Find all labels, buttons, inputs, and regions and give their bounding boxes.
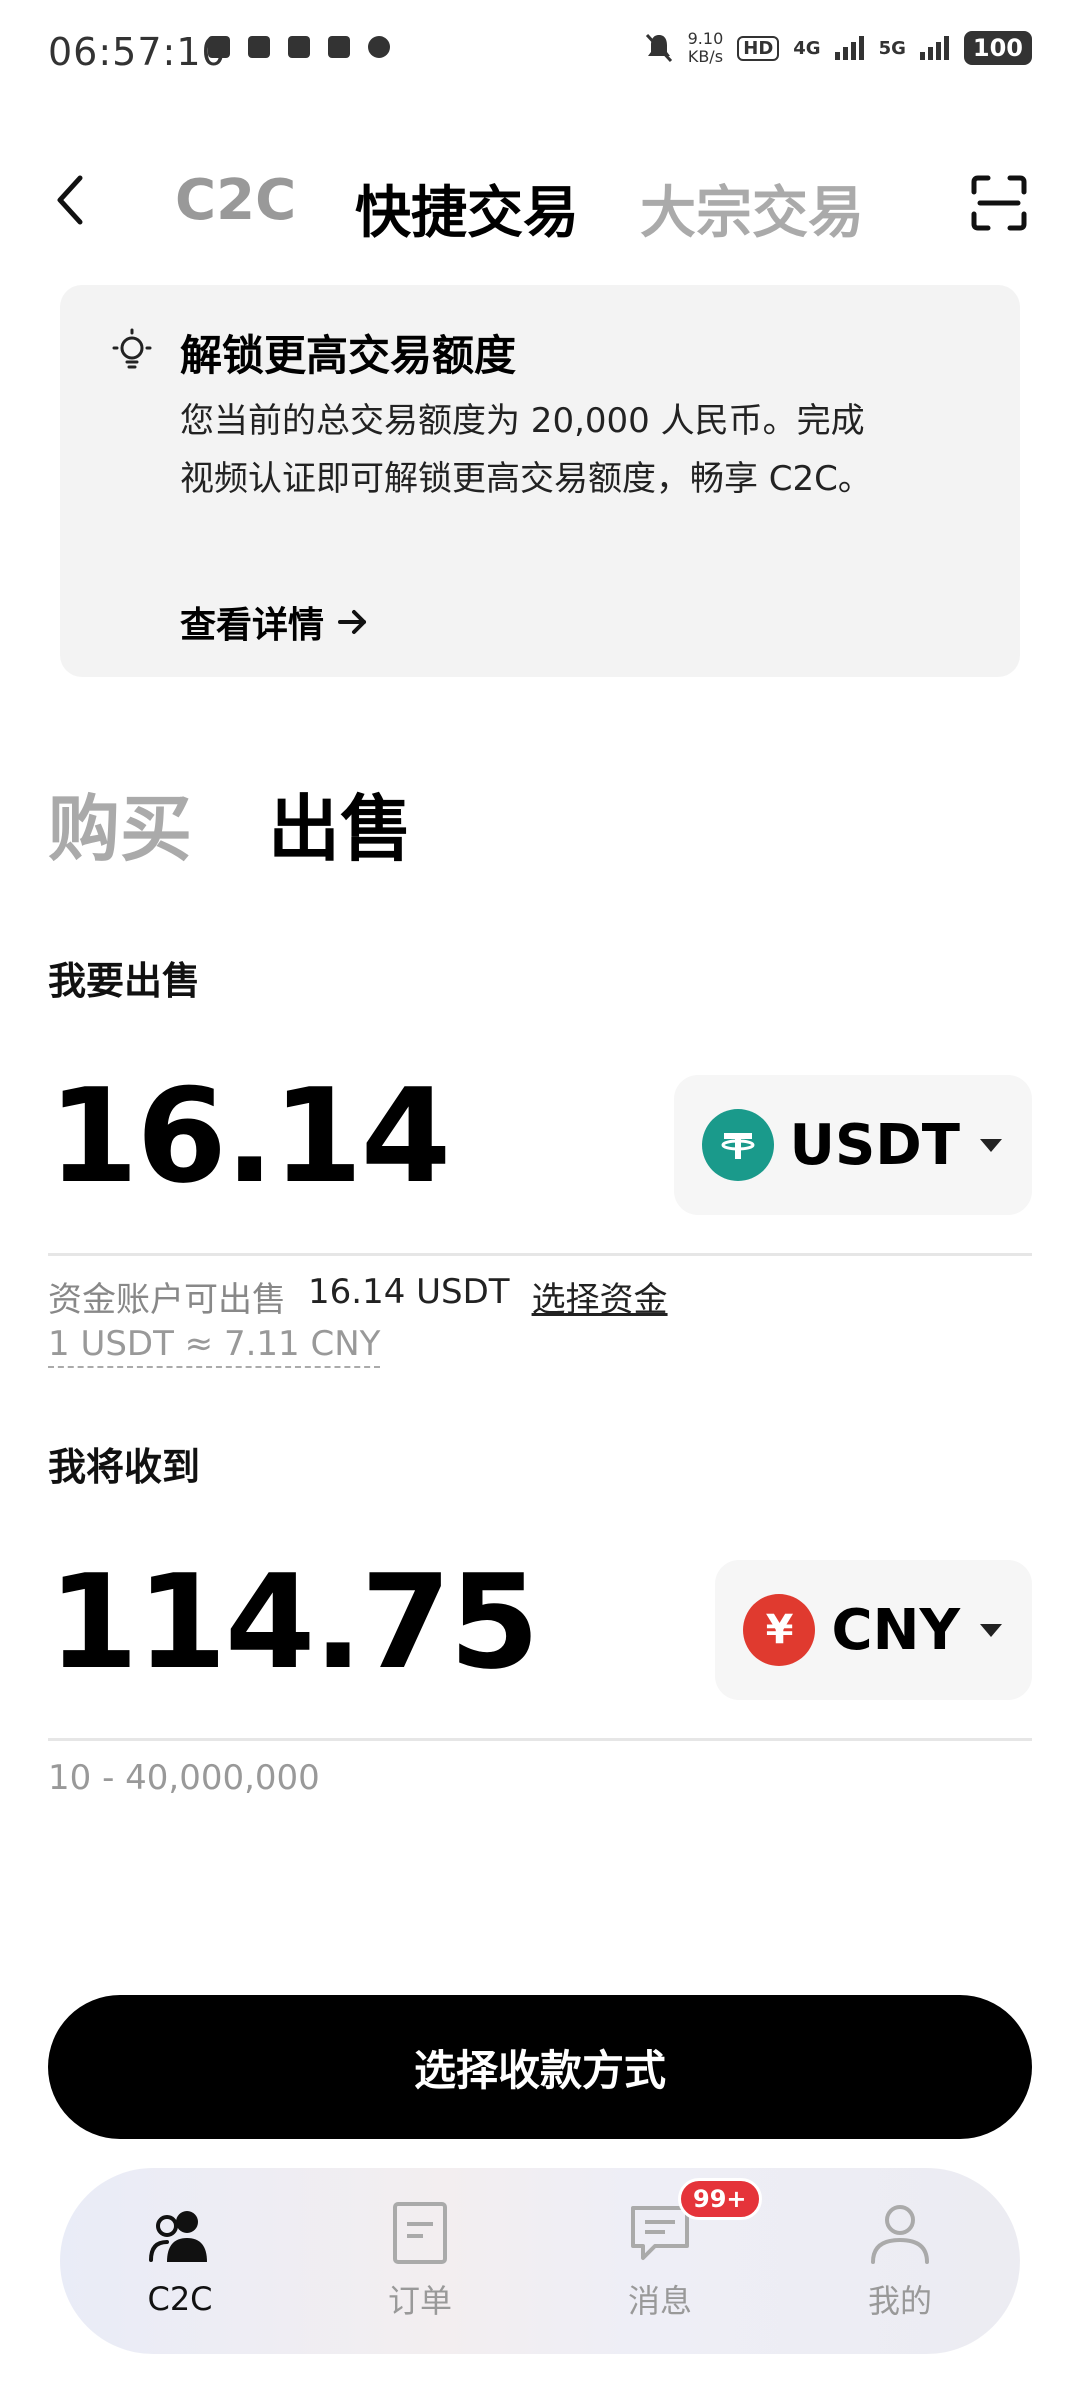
net-speed: 9.10 KB/s (687, 29, 724, 66)
app-notification-icon (288, 36, 310, 58)
available-balance-row: 资金账户可出售 16.14 USDT 选择资金 (48, 1272, 668, 1321)
receive-currency-selector[interactable]: ¥ CNY (715, 1560, 1032, 1700)
profile-icon (871, 2205, 929, 2264)
tab-block-trade[interactable]: 大宗交易 (640, 168, 864, 249)
nav-item-messages[interactable]: 99+ 消息 (560, 2178, 762, 2322)
signal-icon (834, 36, 864, 60)
tab-buy[interactable]: 购买 (48, 770, 192, 875)
receive-amount-label: 我将收到 (48, 1445, 201, 1489)
nav-item-profile[interactable]: 我的 (800, 2200, 1000, 2322)
sell-currency-code: USDT (789, 1112, 961, 1178)
chevron-down-icon (980, 1623, 1002, 1637)
app-notification-icon (368, 36, 390, 58)
sell-currency-selector[interactable]: USDT (673, 1075, 1032, 1215)
nav-item-c2c[interactable]: C2C (80, 2204, 280, 2318)
tab-c2c[interactable]: C2C (175, 168, 296, 233)
app-notification-icon (328, 36, 350, 58)
tab-sell[interactable]: 出售 (268, 770, 412, 875)
nav-item-orders[interactable]: 订单 (320, 2200, 520, 2322)
battery-indicator: 100 (963, 31, 1032, 65)
order-icon (393, 2202, 447, 2264)
message-badge: 99+ (678, 2178, 762, 2220)
mute-bell-icon (645, 33, 672, 63)
clipboard-icon (208, 36, 230, 58)
hd-badge: HD (737, 35, 780, 61)
select-payment-method-button[interactable]: 选择收款方式 (48, 1995, 1032, 2139)
sim1-signal: 4G (793, 37, 821, 59)
bottom-nav: C2C 订单 99+ 消息 我的 (60, 2168, 1020, 2354)
available-balance: 16.14 USDT (308, 1272, 510, 1312)
view-details-link[interactable]: 查看详情 (180, 596, 368, 648)
cny-coin-icon: ¥ (743, 1594, 816, 1666)
tab-quick-trade[interactable]: 快捷交易 (355, 168, 579, 249)
divider (48, 1253, 1032, 1256)
back-arrow-icon[interactable] (50, 170, 90, 230)
divider (48, 1738, 1032, 1741)
sell-amount-label: 我要出售 (48, 959, 201, 1003)
chevron-down-icon (980, 1138, 1002, 1152)
signal-icon (919, 36, 949, 60)
usdt-coin-icon (701, 1109, 774, 1181)
sell-amount-input[interactable]: 16.14 (48, 1060, 451, 1212)
status-time: 06:57:10 (48, 30, 227, 74)
select-funds-link[interactable]: 选择资金 (532, 1272, 668, 1321)
status-right-icons: 9.10 KB/s HD 4G 5G 100 (644, 30, 1032, 66)
receive-amount-input[interactable]: 114.75 (48, 1546, 540, 1698)
arrow-right-icon (338, 610, 367, 634)
amount-range: 10 - 40,000,000 (48, 1758, 320, 1798)
exchange-rate[interactable]: 1 USDT ≈ 7.11 CNY (48, 1322, 381, 1368)
card-title: 解锁更高交易额度 (180, 331, 517, 380)
receive-currency-code: CNY (831, 1597, 960, 1663)
sim2-signal: 5G (878, 37, 906, 59)
app-notification-icon (248, 36, 270, 58)
users-icon (149, 2211, 207, 2262)
status-notification-icons (208, 36, 390, 58)
lightbulb-icon (112, 328, 152, 369)
scan-icon[interactable] (970, 174, 1028, 232)
card-body: 您当前的总交易额度为 20,000 人民币。完成视频认证即可解锁更高交易额度，畅… (180, 401, 872, 499)
